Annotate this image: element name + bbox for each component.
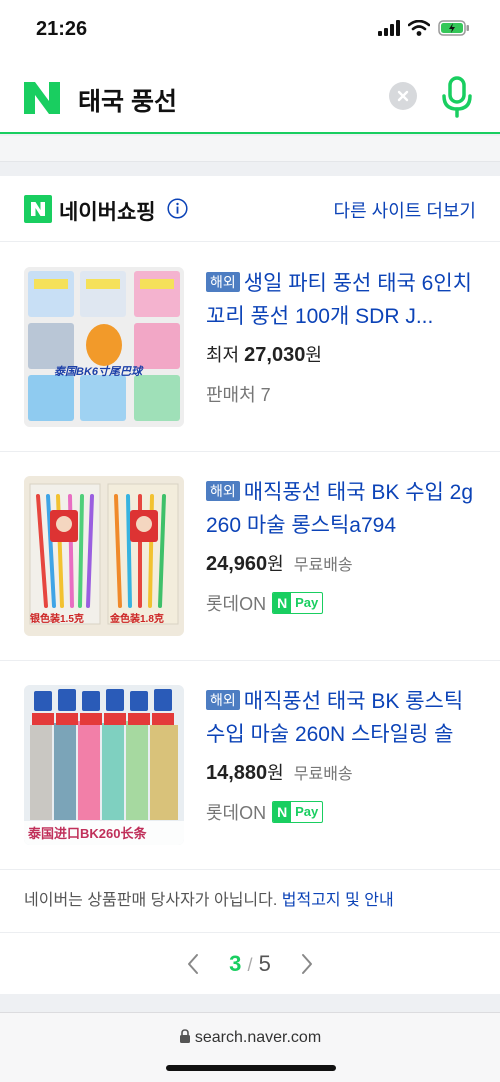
thumbnail-caption: 泰国BK6寸尾巴球 (54, 366, 143, 378)
price-unit: 원 (267, 554, 284, 574)
page-separator: / (247, 955, 253, 975)
product-thumbnail[interactable]: 泰国BK6寸尾巴球 (24, 267, 184, 427)
product-title[interactable]: 해외 매직풍선 태국 BK 롱스틱 수입 마술 260N 스타일링 솔 (206, 685, 478, 751)
thumbnail-caption-left: 银色装1.5克 (30, 614, 84, 625)
shipping-label: 무료배송 (293, 557, 353, 574)
product-title-text[interactable]: 매직풍선 태국 BK 롱스틱 수입 마술 260N 스타일링 솔 (206, 690, 463, 746)
url-text: search.naver.com (194, 1029, 322, 1046)
seller-row: 롯데ON N Pay (206, 799, 478, 825)
product-thumbnail[interactable]: 银色装1.5克 金色装1.8克 (24, 476, 184, 636)
product-item[interactable]: 泰国BK6寸尾巴球 해외 생일 파티 풍선 태국 6인치 꼬리 풍선 100개 S… (0, 243, 500, 452)
npay-badge: N Pay (272, 592, 324, 614)
wifi-icon (408, 20, 430, 36)
overseas-badge: 해외 (206, 481, 240, 501)
price-prefix: 최저 (206, 345, 240, 365)
n-logo-icon (31, 202, 45, 216)
url-bar[interactable]: search.naver.com (0, 1029, 500, 1047)
current-page: 3 (229, 951, 242, 976)
info-icon[interactable] (167, 198, 188, 219)
status-time: 21:26 (36, 18, 88, 40)
search-input[interactable]: 태국 풍선 (78, 82, 177, 118)
product-title-text[interactable]: 생일 파티 풍선 태국 6인치 꼬리 풍선 100개 SDR J... (206, 272, 472, 328)
battery-icon (438, 20, 469, 36)
clear-button[interactable] (389, 82, 417, 110)
price-value: 24,960 (206, 553, 268, 575)
clear-icon (397, 90, 409, 102)
shopping-card: 네이버쇼핑 다른 사이트 더보기 泰国BK6寸尾巴球 해외 생일 파티 풍선 태… (0, 176, 500, 994)
product-info: 해외 생일 파티 풍선 태국 6인치 꼬리 풍선 100개 SDR J... 최저… (206, 267, 478, 407)
npay-badge: N Pay (272, 801, 324, 823)
more-sites-link[interactable]: 다른 사이트 더보기 (334, 197, 476, 223)
product-info: 해외 매직풍선 태국 BK 수입 2g 260 마술 롱스틱a794 24,960… (206, 476, 478, 616)
price-value: 14,880 (206, 762, 268, 784)
signal-icon (378, 20, 400, 36)
longstick-balloon-image (24, 685, 184, 845)
product-title[interactable]: 해외 생일 파티 풍선 태국 6인치 꼬리 풍선 100개 SDR J... (206, 267, 478, 333)
seller-row: 판매처 7 (206, 381, 478, 407)
product-title-text[interactable]: 매직풍선 태국 BK 수입 2g 260 마술 롱스틱a794 (206, 481, 473, 537)
chevron-right-icon[interactable] (294, 952, 318, 976)
overseas-badge: 해외 (206, 272, 240, 292)
price-row: 14,880원 무료배송 (206, 759, 478, 785)
legal-notice-row: 네이버는 상품판매 당사자가 아닙니다. 법적고지 및 안내 (0, 869, 500, 933)
product-item[interactable]: 泰国进口BK260长条 해외 매직풍선 태국 BK 롱스틱 수입 마술 260N … (0, 661, 500, 870)
seller-name[interactable]: 롯데ON (206, 799, 266, 825)
product-item[interactable]: 银色装1.5克 金色装1.8克 해외 매직풍선 태국 BK 수입 2g 260 마… (0, 452, 500, 661)
chevron-left-icon[interactable] (182, 952, 206, 976)
pagination: 3 / 5 (0, 934, 500, 994)
shopping-title-row: 네이버쇼핑 다른 사이트 더보기 (0, 176, 500, 242)
price-unit: 원 (267, 763, 284, 783)
seller-name[interactable]: 롯데ON (206, 590, 266, 616)
product-thumbnail[interactable]: 泰国进口BK260长条 (24, 685, 184, 845)
shopping-title: 네이버쇼핑 (59, 201, 156, 224)
naver-shopping-logo (24, 195, 52, 223)
mic-icon[interactable] (440, 76, 474, 118)
thumbnail-caption-right: 金色装1.8克 (110, 614, 164, 625)
home-indicator (166, 1065, 336, 1071)
shipping-label: 무료배송 (293, 766, 353, 783)
balloon-pack-image (24, 267, 184, 427)
product-info: 해외 매직풍선 태국 BK 롱스틱 수입 마술 260N 스타일링 솔 14,88… (206, 685, 478, 825)
overseas-badge: 해외 (206, 690, 240, 710)
product-title[interactable]: 해외 매직풍선 태국 BK 수입 2g 260 마술 롱스틱a794 (206, 476, 478, 542)
price-value: 27,030 (244, 344, 306, 366)
status-bar: 21:26 (0, 0, 500, 60)
status-icons (378, 20, 470, 36)
browser-bar: search.naver.com (0, 1012, 500, 1082)
notice-text: 네이버는 상품판매 당사자가 아닙니다. (24, 892, 278, 909)
seller-count[interactable]: 판매처 7 (206, 381, 271, 407)
price-row: 24,960원 무료배송 (206, 550, 478, 576)
seller-row: 롯데ON N Pay (206, 590, 478, 616)
legal-notice-link[interactable]: 법적고지 및 안내 (282, 892, 394, 909)
header-gap (0, 136, 500, 162)
total-pages: 5 (258, 951, 271, 976)
naver-logo[interactable] (24, 82, 60, 114)
thumbnail-caption: 泰国进口BK260长条 (28, 826, 147, 841)
search-header: 태국 풍선 (0, 60, 500, 134)
price-row: 최저 27,030원 (206, 341, 478, 367)
price-unit: 원 (305, 345, 322, 365)
lock-icon (179, 1029, 190, 1043)
